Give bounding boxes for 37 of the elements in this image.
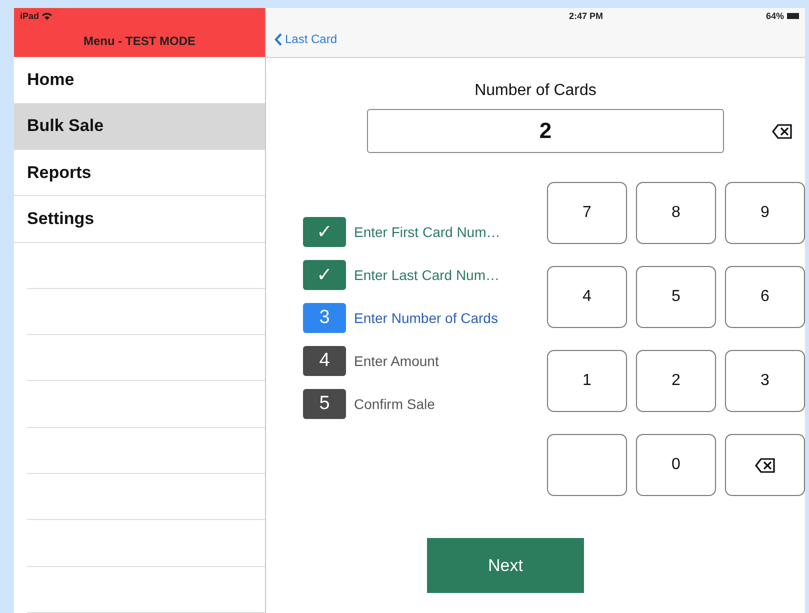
digit-key[interactable]: 4 bbox=[547, 266, 627, 328]
clock-time: 2:47 PM bbox=[568, 11, 603, 21]
step-badge: 3 bbox=[303, 303, 346, 333]
menu-title: Menu - TEST MODE bbox=[84, 34, 196, 48]
step-badge: 4 bbox=[303, 346, 346, 376]
step-label: Enter First Card Num… bbox=[354, 224, 500, 240]
digit-key[interactable]: 8 bbox=[636, 182, 716, 244]
digit-key[interactable]: 3 bbox=[725, 350, 805, 412]
digit-key[interactable]: 1 bbox=[547, 350, 627, 412]
step-label: Enter Amount bbox=[354, 353, 439, 369]
menu-item[interactable]: Bulk Sale bbox=[14, 104, 265, 150]
digit-key[interactable]: 6 bbox=[725, 266, 805, 328]
entry-title: Number of Cards bbox=[474, 82, 596, 100]
digit-key[interactable]: 5 bbox=[636, 266, 716, 328]
step-badge: 5 bbox=[303, 389, 346, 419]
chevron-icon bbox=[274, 32, 282, 46]
digit-key[interactable]: 2 bbox=[636, 350, 716, 412]
backspace-icon bbox=[772, 124, 792, 138]
number-field[interactable]: 2 bbox=[367, 109, 724, 153]
backspace-icon bbox=[755, 458, 775, 472]
step-label: Enter Last Card Num… bbox=[354, 267, 500, 283]
step-label: Enter Number of Cards bbox=[354, 310, 498, 326]
next-button[interactable]: Next bbox=[427, 538, 584, 593]
back-link[interactable]: Last Card bbox=[274, 32, 338, 46]
digit-key[interactable]: 0 bbox=[636, 434, 716, 496]
step-badge: ✓ bbox=[303, 260, 346, 290]
digit-key[interactable]: 7 bbox=[547, 182, 627, 244]
backspace-key[interactable] bbox=[725, 434, 805, 496]
battery-percent: 64% bbox=[766, 11, 784, 21]
step-badge: ✓ bbox=[303, 217, 346, 247]
device-name: iPad bbox=[20, 11, 40, 21]
blank-key[interactable] bbox=[547, 434, 627, 496]
digit-key[interactable]: 9 bbox=[725, 182, 805, 244]
back-label: Last Card bbox=[285, 32, 338, 46]
battery-icon bbox=[787, 13, 799, 19]
step-label: Confirm Sale bbox=[354, 396, 435, 412]
wifi-icon bbox=[42, 12, 52, 20]
